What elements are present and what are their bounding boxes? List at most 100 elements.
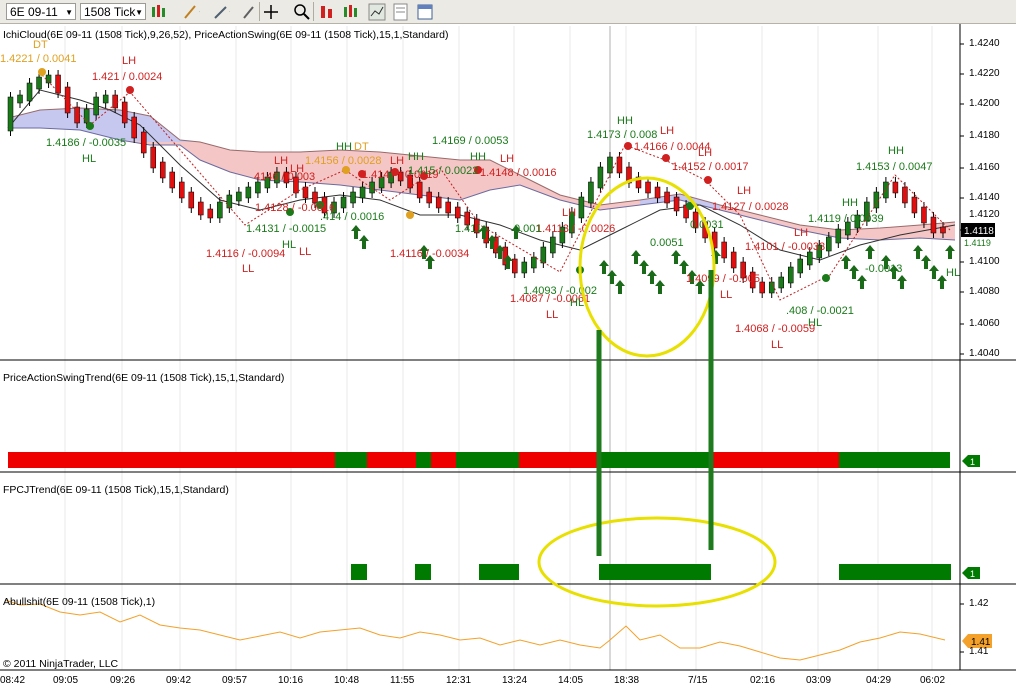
candle	[768, 281, 775, 294]
time-axis-label: 7/15	[688, 675, 708, 686]
candle	[169, 171, 176, 189]
candle	[902, 186, 908, 204]
candle	[64, 86, 71, 114]
candle	[245, 186, 252, 199]
price-axis-label: 1.4120	[969, 209, 1000, 220]
copyright: © 2011 NinjaTrader, LLC	[3, 658, 119, 670]
current-price: 1.4118	[964, 226, 994, 237]
time-axis-label: 06:02	[920, 675, 946, 686]
chart-style-red-icon[interactable]	[318, 3, 336, 21]
time-axis-label: 10:16	[278, 675, 304, 686]
candle	[7, 96, 14, 132]
swing-label: 1.4156 / 0.0028	[305, 155, 381, 167]
trend-bar-bull	[456, 452, 519, 468]
swing-label: 1.4099 / -0.005	[686, 273, 760, 285]
candle	[940, 226, 946, 234]
swing-label: -0.0013	[865, 263, 902, 275]
swing-label: 1.4113 / -0.0026	[536, 223, 615, 235]
candle	[521, 261, 528, 274]
trend-bar-bear	[519, 452, 599, 468]
swing-label: LH	[737, 185, 751, 197]
price-axis-label: 1.4080	[969, 286, 1000, 297]
candlestick-icon[interactable]	[342, 3, 360, 21]
price-axis-label: 1.4220	[969, 68, 1000, 79]
candle	[778, 276, 784, 289]
candle	[531, 256, 537, 269]
swing-label: 1.4068 / -0.0059	[735, 323, 815, 335]
time-axis-label: 04:29	[866, 675, 892, 686]
price-axis-label: 1.4240	[969, 38, 1000, 49]
fpcj-bar	[479, 564, 519, 580]
time-axis-label: 09:42	[166, 675, 192, 686]
toolbar: 6E 09-11 ▼ 1508 Tick ▼ ▼ ▼ ▼ ▼	[0, 0, 1016, 24]
swing-label: LH	[390, 155, 404, 167]
swing-label: LL	[720, 289, 732, 301]
swing-label: 1.4186 / -0.0035	[46, 137, 126, 149]
instrument-label: 6E 09-11	[10, 5, 58, 19]
candle	[911, 196, 918, 214]
candle	[188, 191, 195, 209]
drawing-tool-icon[interactable]: ▼	[182, 3, 200, 21]
chevron-down-icon: ▼	[65, 8, 73, 17]
swing-label: LH	[274, 155, 288, 167]
fpcj-bar	[415, 564, 431, 580]
candle	[121, 101, 128, 124]
time-axis-label: 18:38	[614, 675, 640, 686]
chevron-down-icon: ▼	[135, 8, 143, 17]
candle	[302, 186, 309, 199]
zoom-icon[interactable]	[293, 3, 311, 21]
time-axis-label: 09:57	[222, 675, 248, 686]
fpcj-marker-arrow	[962, 567, 968, 579]
instrument-selector[interactable]: 6E 09-11 ▼	[6, 3, 76, 20]
candle	[930, 216, 937, 234]
swing-label: LH	[562, 207, 576, 219]
swing-label: 1.415 / 0.0022	[408, 165, 478, 177]
candle	[179, 181, 185, 199]
trend-bar-bull	[599, 452, 712, 468]
swing-label: HH	[470, 151, 486, 163]
candle	[787, 266, 794, 284]
candle	[17, 94, 23, 104]
candle	[426, 191, 432, 204]
bar-type-icon[interactable]: ▼	[150, 3, 168, 21]
pin-icon[interactable]	[240, 3, 258, 21]
abull-axis-label: 1.41	[969, 646, 989, 657]
swing-label: 1.4173 / 0.008	[587, 129, 657, 141]
swing-label: HH	[888, 145, 904, 157]
swing-label: 0.0051	[650, 237, 684, 249]
period-selector[interactable]: 1508 Tick ▼	[80, 3, 146, 20]
trend-panel-title: PriceActionSwingTrend(6E 09-11 (1508 Tic…	[3, 372, 285, 384]
trend-bar-bear	[367, 452, 416, 468]
abull-panel-title: Abullshit(6E 09-11 (1508 Tick),1)	[3, 596, 156, 608]
crosshair-icon[interactable]: ▼	[263, 3, 281, 21]
candle	[207, 208, 214, 219]
window-icon[interactable]	[416, 3, 434, 21]
swing-label: LL	[242, 263, 254, 275]
pencil-icon[interactable]: ▼	[212, 3, 230, 21]
swing-label: HL	[946, 267, 960, 279]
swing-label: .414 / 0.0016	[320, 211, 384, 223]
swing-label: .408 / -0.0021	[786, 305, 854, 317]
swing-label: HL	[570, 297, 584, 309]
swing-label: LL	[299, 246, 311, 258]
candle	[664, 191, 670, 204]
price-axis-label: 1.4100	[969, 256, 1000, 267]
swing-label: 1.4101 / -0.0033	[745, 241, 825, 253]
price-axis-label: 1.4160	[969, 162, 1000, 173]
fpcj-bar	[599, 564, 711, 580]
candle	[150, 146, 156, 169]
candle	[350, 191, 356, 204]
candle	[255, 181, 261, 194]
candle	[340, 196, 347, 209]
properties-icon[interactable]	[392, 3, 410, 21]
swing-label: 1.421 / 0.0024	[92, 71, 162, 83]
swing-label: HL	[282, 239, 296, 251]
candle	[873, 191, 880, 209]
candle	[217, 201, 223, 219]
candle	[26, 82, 33, 102]
candle	[369, 181, 375, 194]
fpcj-marker: 1	[970, 569, 975, 579]
line-chart-icon[interactable]	[368, 3, 386, 21]
swing-label: 1.4116 / -0.0034	[390, 248, 469, 260]
candle	[550, 236, 556, 254]
